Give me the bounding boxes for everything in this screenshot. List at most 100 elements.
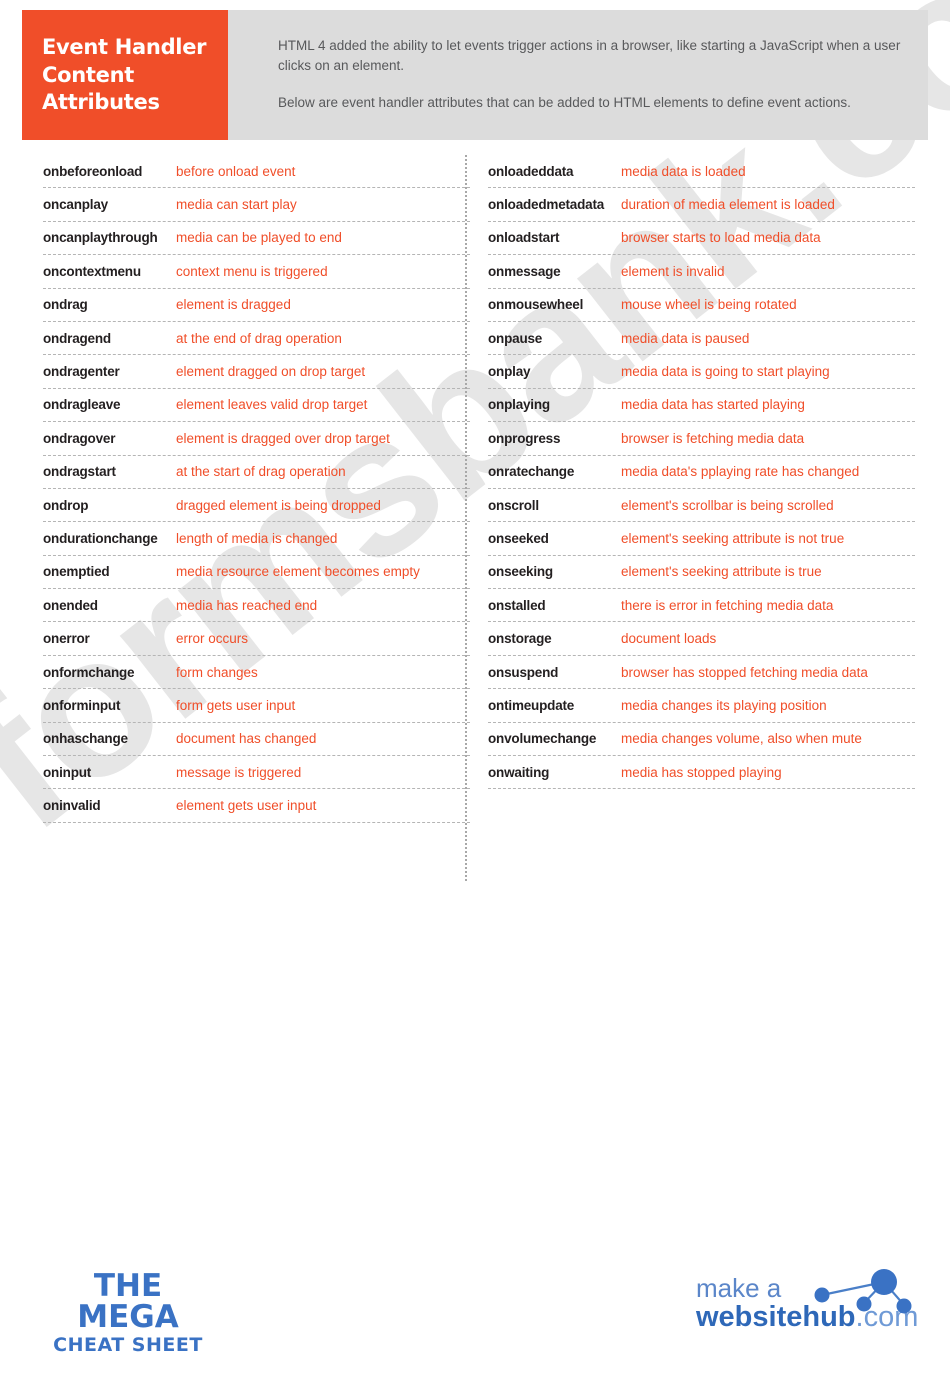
table-row: ondrag element is dragged — [43, 289, 470, 322]
attribute-name: oncanplay — [43, 197, 108, 213]
attribute-description: duration of media element is loaded — [621, 197, 835, 213]
table-row: ontimeupdate media changes its playing po… — [488, 689, 915, 723]
attributes-column-right: onloadeddata media data is loaded onloaded… — [488, 155, 915, 823]
header-description-panel: HTML 4 added the ability to let events t… — [228, 10, 928, 140]
attribute-name: onpause — [488, 330, 543, 346]
table-row: onstalled there is error in fetching medi… — [488, 589, 915, 623]
attribute-name: onerror — [43, 631, 90, 647]
table-row: onemptied media resource element becomes … — [43, 556, 470, 590]
attribute-name: oninvalid — [43, 798, 101, 814]
attribute-description: mouse wheel is being rotated — [621, 297, 797, 313]
attribute-description: element is invalid — [621, 263, 725, 279]
table-row: onplaying media data has started playing — [488, 389, 915, 423]
attribute-description: element leaves valid drop target — [176, 397, 368, 413]
attribute-description: element's scrollbar is being scrolled — [621, 497, 834, 513]
attribute-description: media changes volume, also when mute — [621, 731, 862, 747]
attribute-description: element dragged on drop target — [176, 364, 366, 380]
attribute-name: ondragstart — [43, 464, 116, 480]
mega-logo-line1: THE MEGA — [77, 1268, 179, 1335]
attribute-description: media changes its playing position — [621, 697, 827, 713]
table-row: onhaschange document has changed — [43, 723, 470, 757]
attribute-description: element's seeking attribute is true — [621, 564, 822, 580]
table-row: onprogress browser is fetching media data — [488, 422, 915, 456]
page-header: Event Handler Content Attributes HTML 4 … — [22, 10, 928, 140]
attribute-description: media can start play — [176, 197, 297, 213]
attribute-description: media has reached end — [176, 597, 318, 613]
attributes-table: onbeforeonload before onload event oncanpl… — [0, 155, 950, 823]
attribute-description: media can be played to end — [176, 230, 342, 246]
network-hub-icon — [814, 1269, 912, 1314]
mega-logo-line2: CHEAT SHEET — [53, 1334, 203, 1356]
attribute-name: onhaschange — [43, 731, 128, 747]
table-row: onwaiting media has stopped playing — [488, 756, 915, 790]
attribute-description: message is triggered — [176, 764, 302, 780]
table-row: oninvalid element gets user input — [43, 789, 470, 823]
attribute-name: onstorage — [488, 631, 552, 647]
table-row: oncontextmenu context menu is triggered — [43, 255, 470, 289]
attribute-name: ondrop — [43, 497, 89, 513]
table-row: onratechange media data's pplaying rate h… — [488, 456, 915, 489]
attribute-name: onratechange — [488, 464, 575, 480]
attribute-name: onended — [43, 597, 98, 613]
table-row: ondurationchange length of media is chang… — [43, 522, 470, 556]
table-row: onloadeddata media data is loaded — [488, 155, 915, 189]
table-row: onseeking element's seeking attribute is … — [488, 556, 915, 590]
attribute-description: form gets user input — [176, 697, 296, 713]
attribute-description: there is error in fetching media data — [621, 597, 834, 613]
table-row: ondragend at the end of drag operation — [43, 322, 470, 356]
attribute-name: onbeforeonload — [43, 163, 143, 179]
attribute-name: onmessage — [488, 263, 561, 279]
attribute-name: onplay — [488, 364, 531, 380]
attribute-description: element's seeking attribute is not true — [621, 530, 845, 546]
attribute-description: document has changed — [176, 731, 317, 747]
table-row: onsuspend browser has stopped fetching me… — [488, 656, 915, 690]
table-row: ondragover element is dragged over drop t… — [43, 422, 470, 456]
attribute-name: oncanplaythrough — [43, 230, 158, 246]
table-row: onloadedmetadata duration of media elemen… — [488, 188, 915, 222]
attribute-description: browser is fetching media data — [621, 430, 805, 446]
attribute-description: at the end of drag operation — [176, 330, 342, 346]
table-row: onloadstart browser starts to load media … — [488, 222, 915, 256]
attribute-description: media resource element becomes empty — [176, 564, 420, 580]
attribute-description: browser has stopped fetching media data — [621, 664, 868, 680]
table-row: onerror error occurs — [43, 622, 470, 656]
attribute-description: error occurs — [176, 631, 249, 647]
table-row: onended media has reached end — [43, 589, 470, 623]
attribute-description: at the start of drag operation — [176, 464, 346, 480]
page-title: Event Handler Content Attributes — [42, 35, 207, 115]
attribute-name: onstalled — [488, 597, 546, 613]
table-row: onvolumechange media changes volume, also… — [488, 723, 915, 757]
table-row: onplay media data is going to start playi… — [488, 355, 915, 389]
table-row: onpause media data is paused — [488, 322, 915, 356]
makeawebsitehub-logo[interactable]: make a websitehub.com — [688, 1269, 928, 1349]
attribute-name: onmousewheel — [488, 297, 584, 313]
attribute-description: context menu is triggered — [176, 263, 328, 279]
attribute-description: document loads — [621, 631, 717, 647]
attribute-name: onemptied — [43, 564, 110, 580]
attributes-column-left: onbeforeonload before onload event oncanpl… — [43, 155, 470, 823]
table-row: oncanplaythrough media can be played to e… — [43, 222, 470, 256]
table-row: ondragenter element dragged on drop targe… — [43, 355, 470, 389]
table-row: ondrop dragged element is being dropped — [43, 489, 470, 523]
attribute-name: ondragenter — [43, 364, 120, 380]
attribute-description: length of media is changed — [176, 530, 338, 546]
attribute-name: ontimeupdate — [488, 697, 575, 713]
attribute-name: onprogress — [488, 430, 561, 446]
table-row: onbeforeonload before onload event — [43, 155, 470, 189]
table-row: onformchange form changes — [43, 656, 470, 690]
attribute-name: onvolumechange — [488, 731, 597, 747]
attribute-name: oninput — [43, 764, 92, 780]
attribute-name: ondurationchange — [43, 530, 158, 546]
attribute-name: onplaying — [488, 397, 550, 413]
attribute-name: ondragover — [43, 430, 116, 446]
attribute-name: ondragend — [43, 330, 111, 346]
table-row: onforminput form gets user input — [43, 689, 470, 723]
table-row: ondragleave element leaves valid drop tar… — [43, 389, 470, 423]
attribute-name: onloadeddata — [488, 163, 574, 179]
page-footer: THE MEGA CHEAT SHEET make a websitehub.c… — [0, 1263, 950, 1359]
attribute-description: media data is paused — [621, 330, 750, 346]
attribute-name: onloadstart — [488, 230, 560, 246]
mega-cheat-sheet-logo: THE MEGA CHEAT SHEET — [43, 1271, 213, 1358]
table-row: ondragstart at the start of drag operatio… — [43, 456, 470, 489]
attribute-name: onscroll — [488, 497, 539, 513]
